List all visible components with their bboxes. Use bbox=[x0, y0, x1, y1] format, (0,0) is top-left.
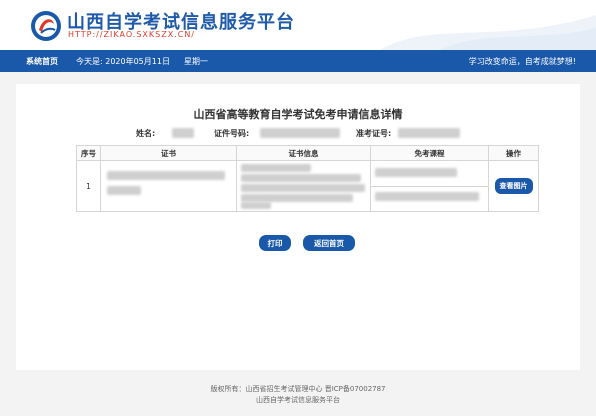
exempt-course-cell bbox=[370, 160, 489, 212]
col-action-header: 操作 bbox=[488, 145, 539, 161]
id-number-label: 证件号码: bbox=[214, 129, 250, 138]
col-certificate-header: 证书 bbox=[100, 145, 237, 161]
col-exempt-course-header: 免考课程 bbox=[370, 145, 489, 161]
site-url: HTTP://ZIKAO.SXKSZX.CN/ bbox=[68, 30, 196, 39]
col-index-header: 序号 bbox=[76, 145, 101, 161]
id-number-value-redacted bbox=[260, 128, 340, 138]
site-header: 山西自学考试信息服务平台 HTTP://ZIKAO.SXKSZX.CN/ bbox=[0, 0, 596, 50]
back-home-button[interactable]: 返回首页 bbox=[303, 235, 355, 251]
print-button[interactable]: 打印 bbox=[259, 235, 291, 251]
footer-site-name: 山西自学考试信息服务平台 bbox=[256, 396, 340, 404]
name-label: 姓名: bbox=[136, 129, 156, 138]
nav-slogan: 学习改变命运，自考成就梦想! bbox=[468, 56, 576, 66]
course-divider bbox=[371, 186, 488, 187]
exam-number-value-redacted bbox=[398, 128, 460, 138]
name-value-redacted bbox=[172, 128, 194, 138]
footer-copyright: 版权所有：山西省招生考试管理中心 晋ICP备07002787 bbox=[210, 385, 386, 393]
certificate-cell bbox=[100, 160, 237, 212]
col-certificate-info-header: 证书信息 bbox=[236, 145, 371, 161]
nav-home-link[interactable]: 系统首页 bbox=[26, 56, 58, 67]
applicant-info: 姓名: 证件号码: 准考证号: bbox=[16, 128, 580, 140]
view-image-button[interactable]: 查看图片 bbox=[494, 178, 533, 194]
exemption-table: 序号 证书 证书信息 免考课程 操作 1 查看图片 bbox=[76, 145, 539, 212]
table-header-row: 序号 证书 证书信息 免考课程 操作 bbox=[76, 145, 539, 161]
certificate-info-cell bbox=[236, 160, 371, 212]
site-footer: 版权所有：山西省招生考试管理中心 晋ICP备07002787 山西自学考试信息服… bbox=[0, 384, 596, 406]
table-row: 1 查看图片 bbox=[76, 160, 539, 212]
action-cell: 查看图片 bbox=[488, 160, 539, 212]
detail-card: 山西省高等教育自学考试免考申请信息详情 姓名: 证件号码: 准考证号: 序号 证… bbox=[16, 84, 580, 370]
nav-bar: 系统首页 今天是: 2020年05月11日 星期一 学习改变命运，自考成就梦想! bbox=[0, 50, 596, 72]
logo-icon bbox=[31, 11, 61, 41]
page-title: 山西省高等教育自学考试免考申请信息详情 bbox=[193, 108, 403, 121]
nav-weekday: 星期一 bbox=[183, 56, 208, 66]
row-index: 1 bbox=[76, 160, 101, 212]
exam-number-label: 准考证号: bbox=[356, 129, 392, 138]
nav-date: 今天是: 2020年05月11日 bbox=[76, 56, 170, 66]
